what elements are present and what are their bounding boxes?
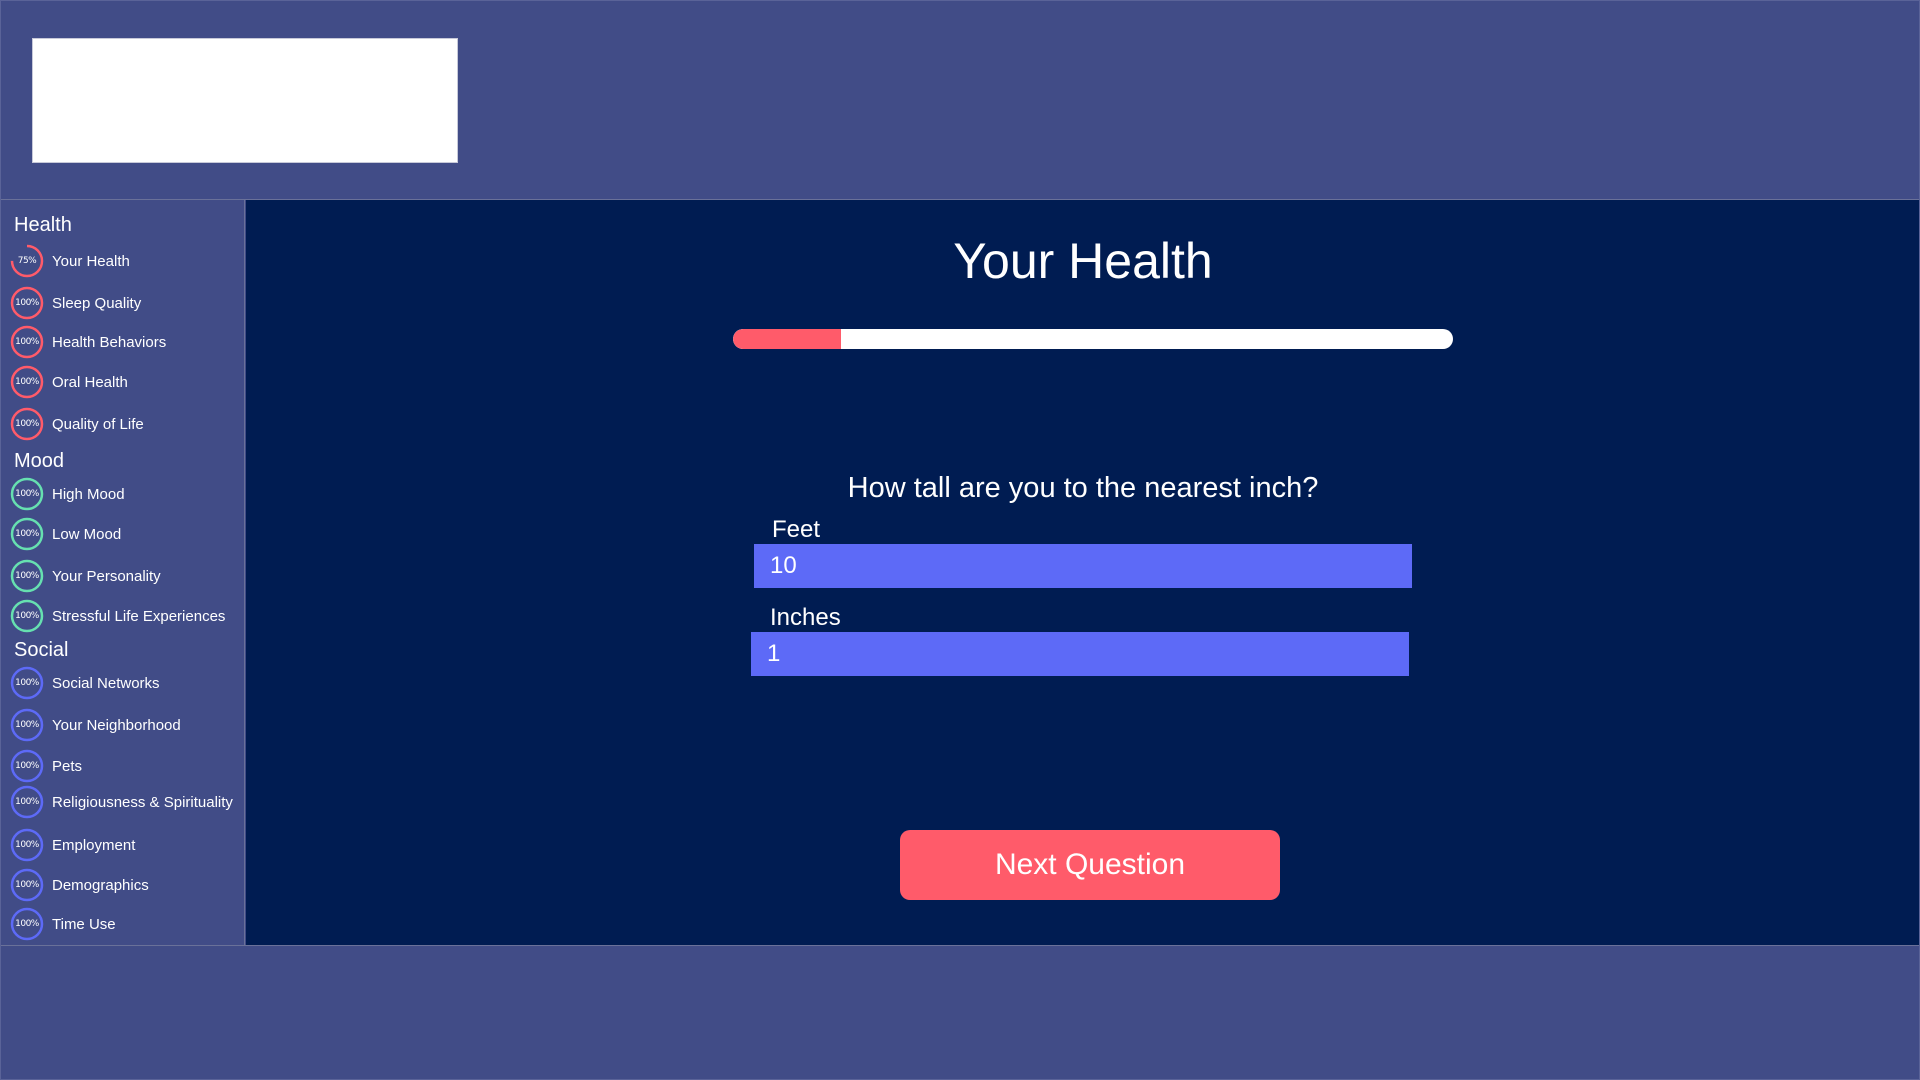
sidebar-item-label: Demographics xyxy=(52,876,149,894)
footer xyxy=(0,945,1920,1080)
sidebar-item-time-use[interactable]: 100% Time Use xyxy=(10,906,242,942)
progress-ring-icon: 100% xyxy=(10,868,44,902)
progress-ring-icon: 100% xyxy=(10,286,44,320)
progress-ring-icon: 100% xyxy=(10,785,44,819)
sidebar-item-religiousness-and-spirituality[interactable]: 100% Religiousness & Spirituality xyxy=(10,784,242,820)
progress-ring-percent: 100% xyxy=(15,298,39,308)
sidebar-item-label: Pets xyxy=(52,757,83,775)
sidebar-item-label: Health Behaviors xyxy=(52,333,167,351)
progress-bar xyxy=(733,329,1453,349)
sidebar: Health 75% Your Health 100% Sleep Quality 100… xyxy=(0,200,245,945)
progress-ring-percent: 100% xyxy=(15,377,39,387)
progress-ring-icon: 100% xyxy=(10,666,44,700)
sidebar-item-label: High Mood xyxy=(52,485,125,503)
sidebar-item-label: Employment xyxy=(52,836,136,854)
progress-bar-fill xyxy=(733,329,841,349)
progress-ring-percent: 100% xyxy=(15,720,39,730)
progress-ring-percent: 100% xyxy=(15,797,39,807)
sidebar-section-mood: Mood xyxy=(14,450,65,472)
sidebar-item-health-behaviors[interactable]: 100% Health Behaviors xyxy=(10,324,242,360)
progress-ring-icon: 100% xyxy=(10,907,44,941)
sidebar-item-your-health[interactable]: 75% Your Health xyxy=(10,243,242,279)
progress-ring-icon: 100% xyxy=(10,599,44,633)
progress-ring-percent: 100% xyxy=(15,337,39,347)
progress-ring-icon: 75% xyxy=(10,244,44,278)
progress-ring-icon: 100% xyxy=(10,559,44,593)
progress-ring-icon: 100% xyxy=(10,325,44,359)
sidebar-section-health: Health xyxy=(14,214,72,236)
sidebar-item-oral-health[interactable]: 100% Oral Health xyxy=(10,364,242,400)
inches-input[interactable] xyxy=(751,632,1409,676)
progress-ring-percent: 100% xyxy=(15,611,39,621)
sidebar-item-your-neighborhood[interactable]: 100% Your Neighborhood xyxy=(10,707,242,743)
sidebar-item-label: Your Personality xyxy=(52,567,161,585)
page-title: Your Health xyxy=(953,233,1213,289)
progress-ring-icon: 100% xyxy=(10,365,44,399)
progress-ring-percent: 100% xyxy=(15,571,39,581)
sidebar-item-label: Stressful Life Experiences xyxy=(52,607,226,625)
sidebar-item-sleep-quality[interactable]: 100% Sleep Quality xyxy=(10,285,242,321)
header xyxy=(0,0,1920,200)
progress-ring-percent: 100% xyxy=(15,880,39,890)
sidebar-item-quality-of-life[interactable]: 100% Quality of Life xyxy=(10,406,242,442)
main-panel: Your Health How tall are you to the near… xyxy=(246,200,1920,945)
progress-ring-icon: 100% xyxy=(10,517,44,551)
sidebar-item-label: Social Networks xyxy=(52,674,160,692)
sidebar-item-pets[interactable]: 100% Pets xyxy=(10,748,242,784)
sidebar-item-social-networks[interactable]: 100% Social Networks xyxy=(10,665,242,701)
progress-ring-icon: 100% xyxy=(10,477,44,511)
progress-ring-percent: 100% xyxy=(15,489,39,499)
sidebar-item-employment[interactable]: 100% Employment xyxy=(10,827,242,863)
sidebar-item-label: Sleep Quality xyxy=(52,294,142,312)
next-question-button[interactable]: Next Question xyxy=(900,830,1280,900)
sidebar-item-label: Oral Health xyxy=(52,373,128,391)
progress-ring-icon: 100% xyxy=(10,828,44,862)
progress-ring-percent: 100% xyxy=(15,678,39,688)
progress-ring-percent: 100% xyxy=(15,529,39,539)
progress-ring-percent: 100% xyxy=(15,919,39,929)
progress-ring-icon: 100% xyxy=(10,708,44,742)
feet-label: Feet xyxy=(772,516,821,543)
sidebar-item-high-mood[interactable]: 100% High Mood xyxy=(10,476,242,512)
progress-ring-icon: 100% xyxy=(10,407,44,441)
progress-ring-percent: 100% xyxy=(15,761,39,771)
logo-placeholder xyxy=(32,38,458,163)
question-text: How tall are you to the nearest inch? xyxy=(847,472,1319,504)
inches-label: Inches xyxy=(770,604,841,631)
progress-ring-percent: 100% xyxy=(15,419,39,429)
feet-input[interactable] xyxy=(754,544,1412,588)
sidebar-item-label: Religiousness & Spirituality xyxy=(52,793,233,811)
sidebar-item-label: Your Neighborhood xyxy=(52,716,181,734)
sidebar-item-label: Quality of Life xyxy=(52,415,144,433)
progress-ring-percent: 100% xyxy=(15,840,39,850)
sidebar-item-your-personality[interactable]: 100% Your Personality xyxy=(10,558,242,594)
sidebar-item-stressful-life-experiences[interactable]: 100% Stressful Life Experiences xyxy=(10,598,242,634)
sidebar-item-demographics[interactable]: 100% Demographics xyxy=(10,867,242,903)
sidebar-item-label: Low Mood xyxy=(52,525,122,543)
sidebar-item-label: Your Health xyxy=(52,252,130,270)
sidebar-section-social: Social xyxy=(14,639,69,661)
progress-ring-percent: 75% xyxy=(17,256,37,266)
sidebar-item-label: Time Use xyxy=(52,915,116,933)
sidebar-item-low-mood[interactable]: 100% Low Mood xyxy=(10,516,242,552)
progress-ring-icon: 100% xyxy=(10,749,44,783)
